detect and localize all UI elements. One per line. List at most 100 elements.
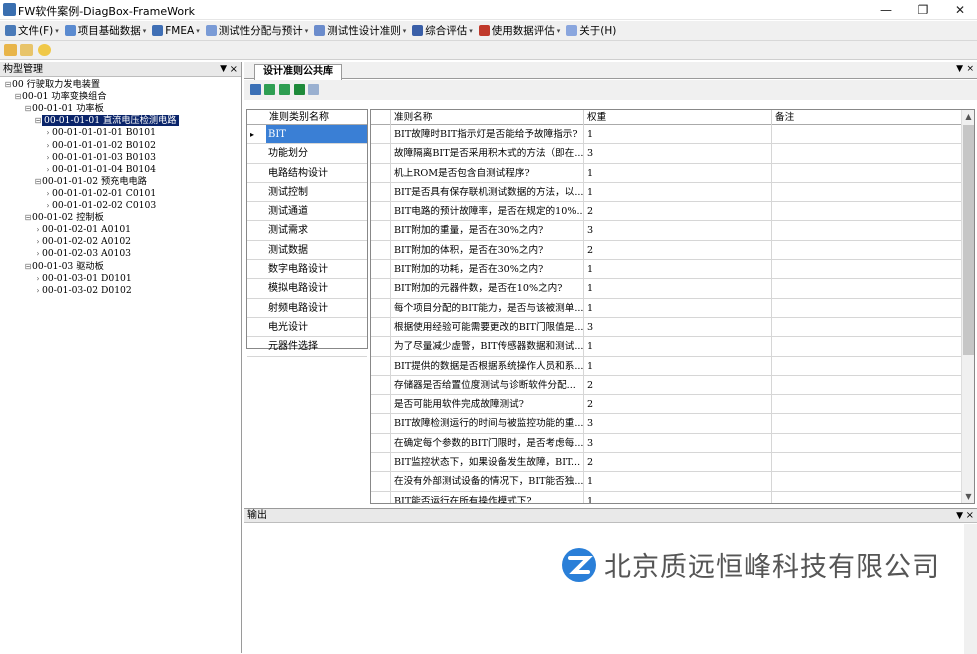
category-row[interactable]: 电光设计 [247,318,367,338]
criteria-row[interactable]: 故障隔离BIT是否采用积木式的方法（即在... 3 [371,144,963,164]
search-icon[interactable] [38,44,51,56]
criteria-row[interactable]: BIT能否运行在所有操作模式下? 1 [371,491,963,503]
tree-node[interactable]: › 00-01-01-01-01 B0101 [44,127,156,139]
criteria-name-cell[interactable]: BIT电路的预计故障率，是否在规定的10%... [391,202,584,222]
tab-close-icon[interactable]: × [966,64,974,74]
criteria-name-cell[interactable]: 每个项目分配的BIT能力，是否与该被测单... [391,298,584,318]
category-row[interactable]: 电路结构设计 [247,164,367,183]
criteria-note-cell[interactable] [772,298,963,318]
menu-item-project[interactable]: 项目基础数据 ▾ [63,22,149,40]
column-header-name[interactable]: 准则名称 [391,110,584,125]
menu-item-about[interactable]: 关于(H) [564,22,618,40]
tree-node[interactable]: ⊟00-01-01-02 预充电电路 [34,176,147,188]
tree-node[interactable]: ⊟ 00-01-01-01 直流电压检测电路 [34,115,179,127]
category-row[interactable]: 射频电路设计 [247,299,367,318]
collapse-icon[interactable]: ⊟ [14,91,22,103]
category-row[interactable]: 模拟电路设计 [247,279,367,299]
category-row[interactable]: 数字电路设计 [247,260,367,280]
criteria-note-cell[interactable] [772,433,963,453]
criteria-note-cell[interactable] [772,182,963,202]
criteria-weight-cell[interactable]: 1 [584,337,772,357]
menu-item-criteria[interactable]: 测试性设计准则 ▾ [312,22,408,40]
criteria-row[interactable]: BIT附加的元器件数，是否在10%之内? 1 [371,279,963,299]
criteria-row[interactable]: BIT故障检测运行的时间与被监控功能的重... 3 [371,414,963,434]
criteria-note-cell[interactable] [772,453,963,473]
criteria-row[interactable]: BIT电路的预计故障率，是否在规定的10%... 2 [371,202,963,222]
criteria-note-cell[interactable] [772,125,963,144]
criteria-row[interactable]: 根据使用经验可能需要更改的BIT门限值是... 3 [371,317,963,338]
menu-item-file[interactable]: 文件(F) ▾ [3,22,61,40]
collapse-icon[interactable]: ⊟ [34,115,42,127]
output-pin-icon[interactable]: ▼ [956,509,963,523]
scroll-down-icon[interactable]: ▼ [962,490,974,503]
criteria-name-cell[interactable]: 存储器是否给置位度测试与诊断软件分配... [391,375,584,395]
criteria-weight-cell[interactable]: 2 [584,453,772,473]
criteria-weight-cell[interactable]: 1 [584,298,772,318]
collapse-icon[interactable]: ⊟ [24,261,32,273]
criteria-row[interactable]: 是否可能用软件完成故障测试? 2 [371,395,963,415]
criteria-name-cell[interactable]: BIT故障时BIT指示灯是否能给予故障指示? [391,125,584,144]
column-header-weight[interactable]: 权重 [584,110,772,125]
tree-leaf-icon[interactable]: › [34,236,42,248]
tree-node[interactable]: › 00-01-02-02 A0102 [34,236,131,248]
collapse-icon[interactable]: ⊟ [4,79,12,91]
criteria-weight-cell[interactable]: 1 [584,163,772,183]
menu-item-evaluation[interactable]: 综合评估 ▾ [410,22,475,40]
criteria-note-cell[interactable] [772,472,963,492]
criteria-weight-cell[interactable]: 1 [584,125,772,144]
criteria-weight-cell[interactable]: 1 [584,279,772,299]
criteria-note-cell[interactable] [772,414,963,434]
close-button[interactable]: ✕ [940,0,977,20]
criteria-row[interactable]: BIT附加的重量，是否在30%之内? 3 [371,221,963,241]
criteria-weight-cell[interactable]: 3 [584,433,772,453]
criteria-note-cell[interactable] [772,317,963,337]
criteria-row[interactable]: 机上ROM是否包含自测试程序? 1 [371,163,963,183]
tree-node[interactable]: ⊟00-01-02 控制板 [24,212,104,224]
criteria-note-cell[interactable] [772,144,963,164]
tree-node[interactable]: ⊟00-01-01 功率板 [24,103,104,115]
criteria-weight-cell[interactable]: 1 [584,491,772,503]
criteria-row[interactable]: 在确定每个参数的BIT门限时，是否考虑每... 3 [371,433,963,454]
tab-menu-icon[interactable]: ▼ [956,64,963,74]
criteria-name-cell[interactable]: 根据使用经验可能需要更改的BIT门限值是... [391,317,584,337]
category-row[interactable]: 测试通道 [247,202,367,222]
collapse-icon[interactable]: ⊟ [24,212,32,224]
criteria-note-cell[interactable] [772,491,963,503]
tree-node[interactable]: › 00-01-01-01-02 B0102 [44,140,156,152]
pin-icon[interactable]: ▼ [220,62,227,77]
tree-node[interactable]: › 00-01-01-02-01 C0101 [44,188,156,200]
tree-leaf-icon[interactable]: › [34,273,42,285]
output-close-icon[interactable]: × [966,509,974,523]
save-icon[interactable] [250,84,261,95]
criteria-note-cell[interactable] [772,337,963,357]
open-folder-icon[interactable] [4,44,17,56]
criteria-name-cell[interactable]: 故障隔离BIT是否采用积木式的方法（即在... [391,144,584,164]
criteria-weight-cell[interactable]: 2 [584,395,772,415]
tree-node[interactable]: › 00-01-01-01-04 B0104 [44,164,156,176]
criteria-row[interactable]: BIT监控状态下，如果设备发生故障，BIT... 2 [371,453,963,473]
category-row[interactable]: 测试需求 [247,221,367,241]
tree-node[interactable]: › 00-01-03-02 D0102 [34,285,131,297]
criteria-row[interactable]: 在没有外部测试设备的情况下，BIT能否独... 1 [371,472,963,492]
criteria-name-cell[interactable]: BIT提供的数据是否根据系统操作人员和系... [391,356,584,376]
criteria-name-cell[interactable]: BIT附加的体积，是否在30%之内? [391,240,584,260]
criteria-weight-cell[interactable]: 1 [584,260,772,280]
criteria-weight-cell[interactable]: 1 [584,472,772,492]
criteria-name-cell[interactable]: 机上ROM是否包含自测试程序? [391,163,584,183]
tree-node[interactable]: ⊟00 行驶取力发电装置 [4,79,100,91]
criteria-row[interactable]: 存储器是否给置位度测试与诊断软件分配... 2 [371,375,963,396]
criteria-name-cell[interactable]: BIT是否具有保存联机测试数据的方法，以... [391,182,584,202]
criteria-weight-cell[interactable]: 1 [584,182,772,202]
vertical-scrollbar[interactable]: ▲ ▼ [961,110,974,503]
scroll-up-icon[interactable]: ▲ [962,110,974,123]
criteria-weight-cell[interactable]: 3 [584,317,772,337]
tab-criteria-library[interactable]: 设计准则公共库 [254,64,342,80]
criteria-weight-cell[interactable]: 2 [584,240,772,260]
tree-node[interactable]: › 00-01-03-01 D0101 [34,273,131,285]
scrollbar-thumb[interactable] [963,125,974,355]
criteria-name-cell[interactable]: 在没有外部测试设备的情况下，BIT能否独... [391,472,584,492]
criteria-note-cell[interactable] [772,240,963,260]
close-icon[interactable]: × [230,62,238,77]
category-row[interactable]: 元器件选择 [247,337,367,357]
tree-leaf-icon[interactable]: › [44,200,52,212]
